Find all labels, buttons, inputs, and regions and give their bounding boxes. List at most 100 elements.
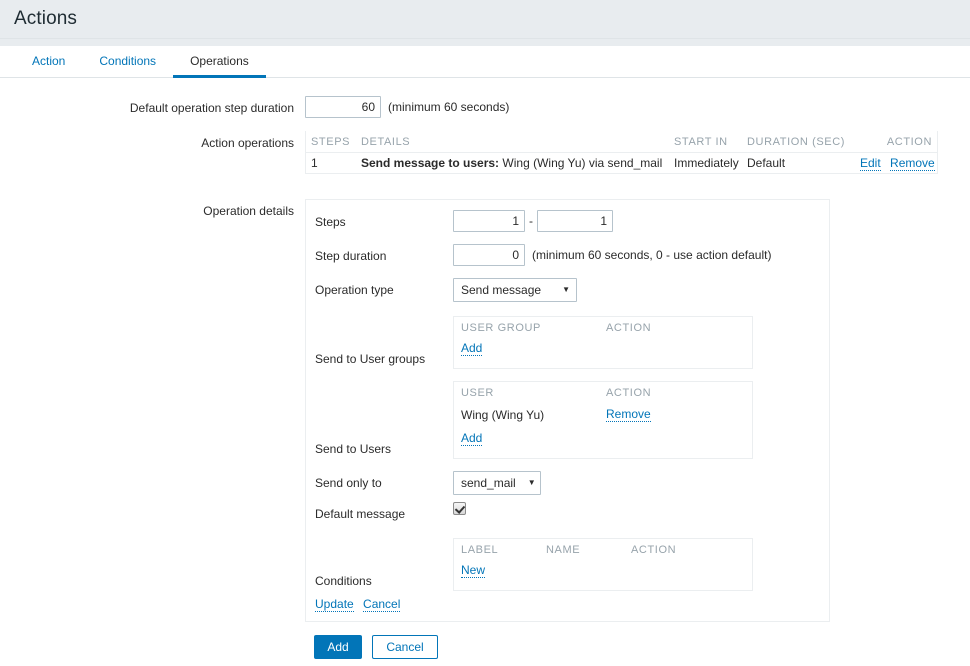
operation-type-label: Operation type [315, 278, 453, 302]
remove-user-link[interactable]: Remove [606, 407, 651, 422]
operation-type-field: Send message ▼ [453, 278, 829, 302]
default-step-duration-label: Default operation step duration [0, 96, 305, 120]
user-groups-header-row: USER GROUP ACTION [454, 317, 752, 339]
conditions-new-row: New [454, 561, 752, 581]
steps-to-input[interactable] [537, 210, 613, 232]
tab-conditions[interactable]: Conditions [82, 46, 173, 78]
tab-action-label: Action [32, 54, 65, 68]
header-spacer [0, 39, 970, 46]
op-row-conditions: Conditions LABEL NAME ACTION New [306, 538, 829, 591]
op-row-send-to-users: Send to Users USER ACTION Wing (Wing Yu)… [306, 381, 829, 459]
add-button[interactable]: Add [314, 635, 362, 659]
conditions-table: LABEL NAME ACTION New [453, 538, 753, 591]
conditions-header-row: LABEL NAME ACTION [454, 539, 752, 561]
col-header-user: USER [461, 387, 606, 399]
page-title: Actions [14, 8, 77, 30]
form-footer: Add Cancel [0, 635, 970, 659]
op-row-send-to-user-groups: Send to User groups USER GROUP ACTION Ad… [306, 316, 829, 369]
action-operations-label: Action operations [0, 131, 305, 155]
operation-details-field: Steps - Step duration (minimum 60 second… [305, 199, 970, 622]
edit-operation-link[interactable]: Edit [860, 156, 881, 171]
send-to-user-groups-label: Send to User groups [315, 351, 453, 369]
cell-user-name: Wing (Wing Yu) [461, 408, 606, 422]
tab-operations[interactable]: Operations [173, 46, 266, 78]
row-action-operations: Action operations STEPS DETAILS START IN… [0, 131, 970, 174]
users-add-row: Add [454, 429, 752, 449]
col-header-user-action: ACTION [606, 387, 745, 399]
op-row-operation-type: Operation type Send message ▼ [306, 278, 829, 302]
users-header-row: USER ACTION [454, 382, 752, 404]
cancel-operation-link[interactable]: Cancel [363, 597, 400, 612]
operation-details-panel: Steps - Step duration (minimum 60 second… [305, 199, 830, 622]
default-message-label: Default message [315, 502, 453, 526]
steps-separator: - [529, 214, 533, 228]
step-duration-input[interactable] [453, 244, 525, 266]
cell-details: Send message to users: Wing (Wing Yu) vi… [361, 156, 674, 170]
default-step-duration-field: (minimum 60 seconds) [305, 96, 970, 118]
default-step-duration-input[interactable] [305, 96, 381, 118]
cell-details-bold: Send message to users: [361, 156, 499, 170]
row-default-step-duration: Default operation step duration (minimum… [0, 96, 970, 120]
cell-details-rest: Wing (Wing Yu) via send_mail [502, 156, 662, 170]
col-header-start-in: START IN [674, 136, 747, 148]
update-operation-link[interactable]: Update [315, 597, 354, 612]
cell-start-in: Immediately [674, 156, 747, 170]
table-header-row: STEPS DETAILS START IN DURATION (SEC) AC… [306, 131, 937, 152]
col-header-name: NAME [546, 544, 631, 556]
col-header-duration: DURATION (SEC) [747, 136, 860, 148]
remove-operation-link[interactable]: Remove [890, 156, 935, 171]
new-condition-link[interactable]: New [461, 563, 485, 578]
send-only-to-value: send_mail [461, 476, 516, 490]
step-duration-field: (minimum 60 seconds, 0 - use action defa… [453, 244, 829, 266]
default-message-field [453, 502, 829, 515]
tab-action[interactable]: Action [15, 46, 82, 78]
default-message-checkbox[interactable] [453, 502, 466, 515]
add-user-group-link[interactable]: Add [461, 341, 482, 356]
steps-from-input[interactable] [453, 210, 525, 232]
col-header-condition-action: ACTION [631, 544, 745, 556]
table-row: 1 Send message to users: Wing (Wing Yu) … [306, 152, 937, 174]
op-row-steps: Steps - [306, 210, 829, 234]
conditions-label: Conditions [315, 573, 453, 591]
operation-type-value: Send message [461, 283, 541, 297]
action-operations-field: STEPS DETAILS START IN DURATION (SEC) AC… [305, 131, 970, 174]
steps-field: - [453, 210, 829, 232]
op-row-send-only-to: Send only to send_mail ▼ [306, 471, 829, 495]
operation-details-actions: Update Cancel [306, 597, 829, 612]
send-to-users-field: USER ACTION Wing (Wing Yu) Remove Add [453, 381, 829, 459]
cell-user-action: Remove [606, 407, 745, 422]
user-groups-table: USER GROUP ACTION Add [453, 316, 753, 369]
step-duration-label: Step duration [315, 244, 453, 268]
chevron-down-icon: ▼ [516, 479, 536, 487]
op-row-step-duration: Step duration (minimum 60 seconds, 0 - u… [306, 244, 829, 268]
users-table: USER ACTION Wing (Wing Yu) Remove Add [453, 381, 753, 459]
send-only-to-field: send_mail ▼ [453, 471, 829, 495]
step-duration-hint: (minimum 60 seconds, 0 - use action defa… [532, 248, 771, 262]
tab-conditions-label: Conditions [99, 54, 156, 68]
send-only-to-label: Send only to [315, 471, 453, 495]
operation-type-select[interactable]: Send message ▼ [453, 278, 577, 302]
cell-steps: 1 [311, 156, 361, 170]
row-operation-details: Operation details Steps - Step duration [0, 199, 970, 622]
steps-label: Steps [315, 210, 453, 234]
op-row-default-message: Default message [306, 502, 829, 526]
operations-form: Default operation step duration (minimum… [0, 78, 970, 659]
users-table-row: Wing (Wing Yu) Remove [454, 404, 752, 425]
page-header: Actions [0, 0, 970, 39]
col-header-user-group: USER GROUP [461, 322, 606, 334]
add-user-link[interactable]: Add [461, 431, 482, 446]
operation-details-label: Operation details [0, 199, 305, 223]
default-step-duration-hint: (minimum 60 seconds) [388, 100, 509, 114]
cell-duration: Default [747, 156, 860, 170]
cancel-button[interactable]: Cancel [372, 635, 438, 659]
col-header-user-group-action: ACTION [606, 322, 745, 334]
user-groups-add-row: Add [454, 339, 752, 359]
col-header-details: DETAILS [361, 136, 674, 148]
chevron-down-icon: ▼ [550, 286, 570, 294]
tab-list: Action Conditions Operations [15, 46, 970, 78]
col-header-label: LABEL [461, 544, 546, 556]
col-header-steps: STEPS [311, 136, 361, 148]
send-only-to-select[interactable]: send_mail ▼ [453, 471, 541, 495]
tab-operations-label: Operations [190, 54, 249, 68]
conditions-field: LABEL NAME ACTION New [453, 538, 829, 591]
